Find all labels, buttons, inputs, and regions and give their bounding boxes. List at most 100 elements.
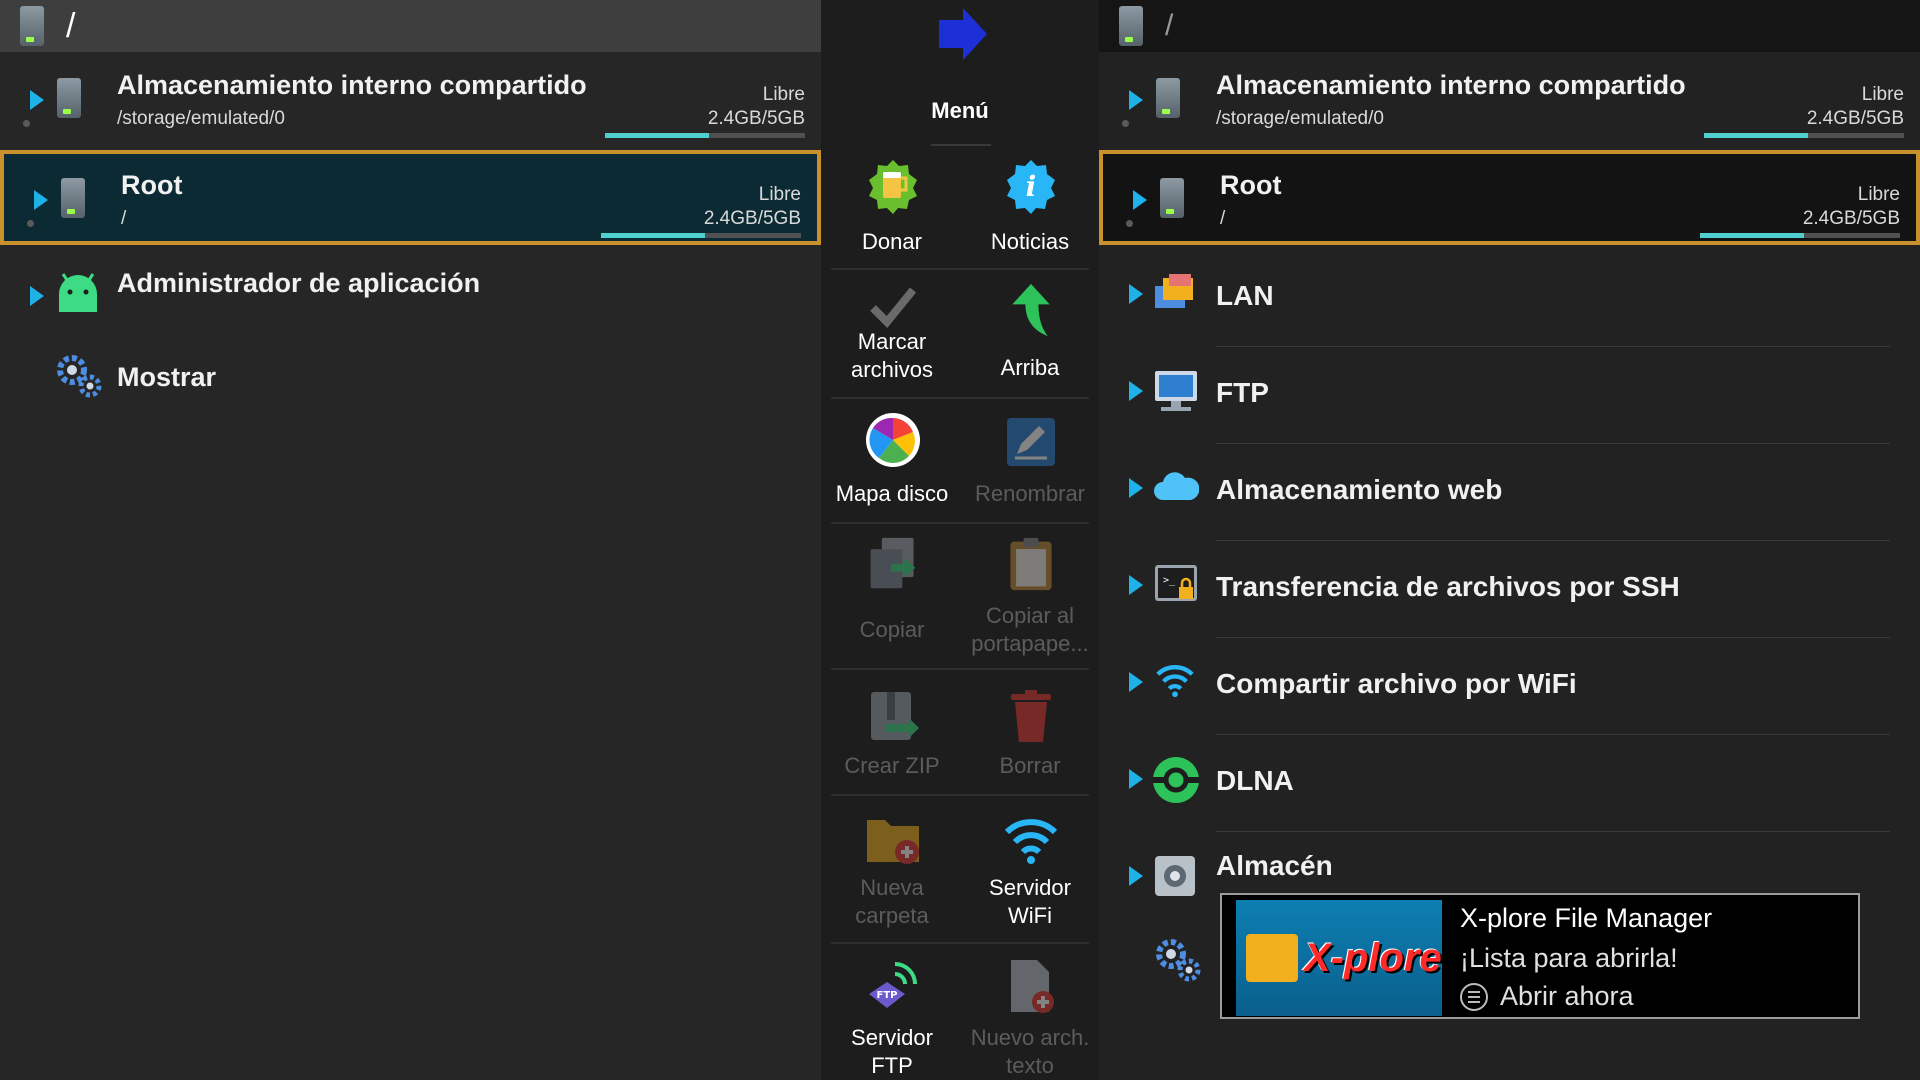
storage-path: /: [1220, 208, 1226, 229]
disk-map-icon: [866, 413, 920, 467]
usage-bar-fill: [601, 233, 705, 238]
ssh-title: Transferencia de archivos por SSH: [1216, 571, 1680, 602]
expand-arrow-icon[interactable]: [1129, 575, 1143, 595]
expand-arrow-icon[interactable]: [1129, 866, 1143, 886]
expand-arrow-icon[interactable]: [1129, 381, 1143, 401]
menu-ftp-server-button[interactable]: FTP Servidor FTP: [823, 958, 961, 1080]
menu-copy-clipboard-button[interactable]: Copiar al portapape...: [961, 536, 1099, 666]
web-storage-title: Almacenamiento web: [1216, 474, 1503, 505]
menu-title: Menú: [931, 98, 989, 123]
free-value: 2.4GB/5GB: [1806, 108, 1904, 129]
menu-label: Noticias: [990, 229, 1070, 254]
free-label: Libre: [762, 84, 805, 105]
dot-indicator: [27, 220, 34, 227]
menu-create-zip-button[interactable]: Crear ZIP: [823, 684, 961, 794]
expand-arrow-icon[interactable]: [1129, 284, 1143, 304]
menu-label: archivos: [851, 357, 933, 382]
expand-arrow-icon[interactable]: [1129, 769, 1143, 789]
vault-title: Almacén: [1216, 850, 1333, 881]
menu-label: Servidor: [851, 1025, 933, 1050]
arrow-up-icon: [1012, 283, 1050, 337]
drive-icon: [1160, 178, 1184, 218]
wifi-share-title: Compartir archivo por WiFi: [1216, 668, 1577, 699]
settings-gears-icon: [57, 355, 102, 398]
web-storage-row[interactable]: Almacenamiento web: [1099, 452, 1920, 532]
menu-rename-button[interactable]: Renombrar: [961, 410, 1099, 520]
divider: [831, 268, 1089, 270]
menu-pane: Menú Donar i Noticias Marcar archivos Ar…: [821, 0, 1099, 1080]
divider: [831, 397, 1089, 399]
divider: [1216, 831, 1890, 832]
menu-news-button[interactable]: i Noticias: [961, 158, 1099, 268]
new-text-file-icon: [1011, 960, 1054, 1013]
left-path-bar[interactable]: /: [0, 0, 821, 52]
menu-label: Mapa disco: [835, 481, 949, 506]
divider: [1216, 734, 1890, 735]
divider: [831, 522, 1089, 524]
menu-label: Arriba: [1000, 355, 1060, 380]
menu-disk-map-button[interactable]: Mapa disco: [823, 410, 961, 520]
storage-title: Root: [121, 170, 183, 200]
wifi-share-row[interactable]: Compartir archivo por WiFi: [1099, 646, 1920, 726]
show-title: Mostrar: [117, 362, 217, 392]
expand-arrow-icon[interactable]: [34, 190, 48, 210]
menu-wifi-server-button[interactable]: Servidor WiFi: [961, 808, 1099, 938]
menu-new-folder-button[interactable]: Nueva carpeta: [823, 808, 961, 938]
zip-icon: [871, 692, 919, 740]
lan-row[interactable]: LAN: [1099, 258, 1920, 338]
menu-label: WiFi: [1008, 903, 1052, 928]
expand-arrow-icon[interactable]: [1133, 190, 1147, 210]
dlna-icon: [1153, 757, 1199, 803]
show-row[interactable]: Mostrar: [0, 340, 821, 420]
settings-gears-icon[interactable]: [1153, 936, 1203, 984]
drive-icon: [1156, 78, 1180, 118]
free-label: Libre: [1861, 84, 1904, 105]
beer-mug-icon: [869, 160, 917, 214]
divider: [1216, 346, 1890, 347]
ftp-row[interactable]: FTP: [1099, 355, 1920, 435]
storage-row-root[interactable]: Root / Libre 2.4GB/5GB: [1099, 150, 1920, 245]
drive-icon: [20, 6, 44, 46]
lan-icon: [1155, 274, 1193, 308]
wifi-icon: [1156, 665, 1194, 698]
expand-arrow-icon[interactable]: [1129, 90, 1143, 110]
storage-row-internal[interactable]: Almacenamiento interno compartido /stora…: [0, 54, 821, 144]
arrow-right-icon[interactable]: [933, 6, 989, 62]
storage-path: /: [121, 208, 127, 229]
right-path-text: /: [1165, 9, 1174, 42]
menu-delete-button[interactable]: Borrar: [961, 684, 1099, 794]
open-now-button[interactable]: Abrir ahora: [1500, 981, 1634, 1012]
menu-up-button[interactable]: Arriba: [961, 278, 1099, 396]
right-path-bar[interactable]: /: [1099, 0, 1920, 52]
menu-label: Crear ZIP: [844, 753, 940, 778]
clipboard-icon: [1010, 537, 1052, 591]
menu-label: FTP: [871, 1053, 913, 1078]
trash-icon: [1011, 690, 1051, 742]
dlna-row[interactable]: DLNA: [1099, 743, 1920, 823]
expand-arrow-icon[interactable]: [30, 90, 44, 110]
logo-text: X-plore: [1304, 936, 1442, 980]
usage-bar-fill: [1700, 233, 1804, 238]
free-value: 2.4GB/5GB: [707, 108, 805, 129]
ftp-server-icon: FTP: [869, 962, 917, 1008]
notification-title: X-plore File Manager: [1460, 903, 1713, 933]
ssh-row[interactable]: >_ Transferencia de archivos por SSH: [1099, 549, 1920, 629]
divider: [931, 144, 991, 146]
menu-donate-button[interactable]: Donar: [823, 158, 961, 268]
free-value: 2.4GB/5GB: [703, 208, 801, 229]
expand-arrow-icon[interactable]: [1129, 672, 1143, 692]
app-manager-row[interactable]: Administrador de aplicación: [0, 252, 821, 332]
new-folder-icon: [867, 820, 919, 864]
storage-row-root[interactable]: Root / Libre 2.4GB/5GB: [0, 150, 821, 245]
menu-new-text-file-button[interactable]: Nuevo arch. texto: [961, 958, 1099, 1080]
menu-mark-files-button[interactable]: Marcar archivos: [823, 278, 961, 396]
notification-toast[interactable]: X-plore X-plore File Manager ¡Lista para…: [1220, 893, 1860, 1019]
menu-copy-button[interactable]: Copiar: [823, 536, 961, 666]
expand-arrow-icon[interactable]: [30, 286, 44, 306]
usage-bar-fill: [1704, 133, 1808, 138]
svg-text:FTP: FTP: [877, 990, 898, 1001]
storage-row-internal[interactable]: Almacenamiento interno compartido /stora…: [1099, 54, 1920, 144]
divider: [1216, 637, 1890, 638]
wifi-icon: [1004, 819, 1058, 864]
expand-arrow-icon[interactable]: [1129, 478, 1143, 498]
